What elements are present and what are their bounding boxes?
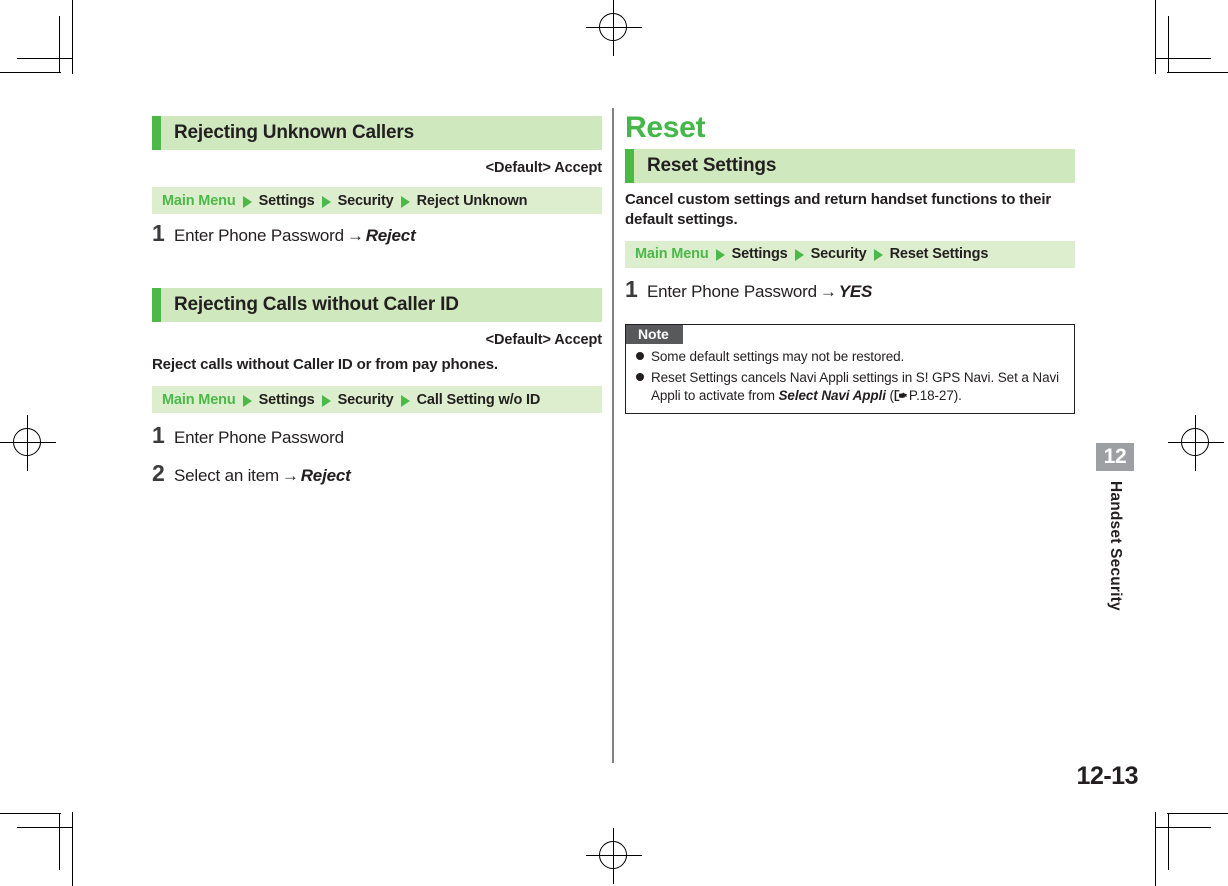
path-root-label: Main Menu	[162, 391, 236, 408]
step-arrow-icon: →	[346, 226, 364, 245]
note-text: Some default settings may not be restore…	[651, 349, 905, 365]
left-column: Rejecting Unknown Callers <Default> Acce…	[152, 116, 602, 487]
step-operand: YES	[838, 281, 873, 301]
path-arrow-icon	[321, 394, 331, 407]
section-heading-label: Rejecting Unknown Callers	[174, 122, 414, 143]
path-root-label: Main Menu	[162, 192, 236, 209]
step-operand: Reject	[365, 226, 416, 245]
path-arrow-icon	[321, 195, 331, 208]
step-arrow-icon: →	[819, 281, 837, 301]
page-number: 12-13	[1076, 762, 1139, 790]
step-item: 1 Enter Phone Password → YES	[625, 275, 1075, 302]
path-crumb-label: Security	[337, 391, 394, 408]
section-lead-paragraph: Cancel custom settings and return handse…	[625, 191, 1052, 228]
note-text-cont: (	[885, 388, 895, 404]
section-rejecting-calls-without-caller-id: Rejecting Calls without Caller ID <Defau…	[152, 288, 602, 486]
section-accent-tick	[625, 149, 634, 183]
menu-path-bar: Main Menu Settings Security Call Setting…	[152, 386, 602, 414]
section-heading-bar: Reset Settings	[625, 149, 1075, 183]
note-bullet-icon	[636, 373, 644, 382]
menu-path-bar: Main Menu Settings Security Reset Settin…	[625, 240, 1075, 268]
section-heading-label: Reset Settings	[647, 155, 777, 176]
section-accent-tick	[152, 288, 161, 323]
step-list: 1 Enter Phone Password → YES	[625, 275, 1075, 302]
path-root-label: Main Menu	[635, 246, 709, 263]
step-text-container: Enter Phone Password → Reject	[174, 225, 416, 246]
step-text: Enter Phone Password	[647, 281, 817, 301]
note-item: Some default settings may not be restore…	[636, 348, 1066, 366]
step-list: 1 Enter Phone Password → Reject	[152, 222, 602, 246]
path-arrow-icon	[794, 249, 804, 262]
path-arrow-icon	[242, 195, 252, 208]
path-crumb-label: Security	[337, 192, 394, 209]
note-emphasis: Select Navi Appli	[778, 388, 886, 404]
path-crumb-label: Reset Settings	[889, 246, 989, 263]
menu-path-bar: Main Menu Settings Security Reject Unkno…	[152, 187, 602, 214]
section-heading-bar: Rejecting Calls without Caller ID	[152, 288, 602, 323]
note-box: Note Some default settings may not be re…	[625, 324, 1075, 415]
step-number: 2	[152, 460, 165, 487]
section-lead-paragraph: Reject calls without Caller ID or from p…	[152, 356, 498, 374]
section-heading-bar: Rejecting Unknown Callers	[152, 116, 602, 150]
note-reference: P.18-27).	[908, 388, 962, 404]
path-crumb-label: Reject Unknown	[416, 192, 528, 209]
default-value-line: <Default> Accept	[485, 160, 602, 176]
path-crumb-label: Settings	[731, 246, 788, 263]
path-arrow-icon	[715, 249, 725, 262]
path-crumb-label: Settings	[258, 192, 315, 209]
path-arrow-icon	[400, 195, 410, 208]
path-crumb-label: Call Setting w/o ID	[416, 391, 541, 408]
step-item: 1 Enter Phone Password	[152, 424, 602, 448]
path-arrow-icon	[242, 394, 252, 407]
step-operand: Reject	[300, 466, 351, 486]
note-bullet-icon	[636, 352, 644, 361]
note-list: Some default settings may not be restore…	[626, 348, 1074, 405]
step-number: 1	[152, 220, 165, 246]
chapter-number-badge: 12	[1096, 443, 1134, 471]
section-heading-label: Rejecting Calls without Caller ID	[174, 294, 459, 316]
path-arrow-icon	[873, 249, 883, 262]
note-item: Reset Settings cancels Navi Appli settin…	[636, 369, 1066, 405]
path-arrow-icon	[400, 394, 410, 407]
section-reset-settings: Reset Settings Cancel custom settings an…	[625, 149, 1075, 302]
step-arrow-icon: →	[281, 466, 299, 486]
step-text: Enter Phone Password	[174, 226, 344, 245]
right-column: Reset Reset Settings Cancel custom setti…	[625, 111, 1075, 415]
chapter-name-label: Handset Security	[1107, 481, 1124, 611]
step-text: Enter Phone Password	[174, 428, 344, 448]
pointing-hand-reference-icon	[894, 389, 908, 402]
section-accent-tick	[152, 116, 161, 150]
note-badge-label: Note	[626, 325, 683, 345]
path-crumb-label: Security	[810, 246, 867, 263]
chapter-side-tab: 12 Handset Security	[1096, 443, 1134, 616]
step-item: 2 Select an item → Reject	[152, 462, 602, 486]
section-rejecting-unknown-callers: Rejecting Unknown Callers <Default> Acce…	[152, 116, 602, 246]
step-text-container: Select an item → Reject	[174, 465, 351, 486]
step-number: 1	[152, 422, 165, 449]
step-number: 1	[625, 275, 638, 302]
step-text-container: Enter Phone Password → YES	[647, 281, 872, 302]
step-list: 1 Enter Phone Password 2 Select an item →…	[152, 424, 602, 487]
path-crumb-label: Settings	[258, 391, 315, 408]
step-text: Select an item	[174, 466, 279, 486]
column-divider	[612, 108, 614, 763]
chapter-title: Reset	[625, 111, 706, 144]
manual-page: Rejecting Unknown Callers <Default> Acce…	[0, 0, 1228, 886]
step-item: 1 Enter Phone Password → Reject	[152, 222, 602, 246]
step-text-container: Enter Phone Password	[174, 427, 344, 448]
default-value-line: <Default> Accept	[485, 332, 602, 349]
